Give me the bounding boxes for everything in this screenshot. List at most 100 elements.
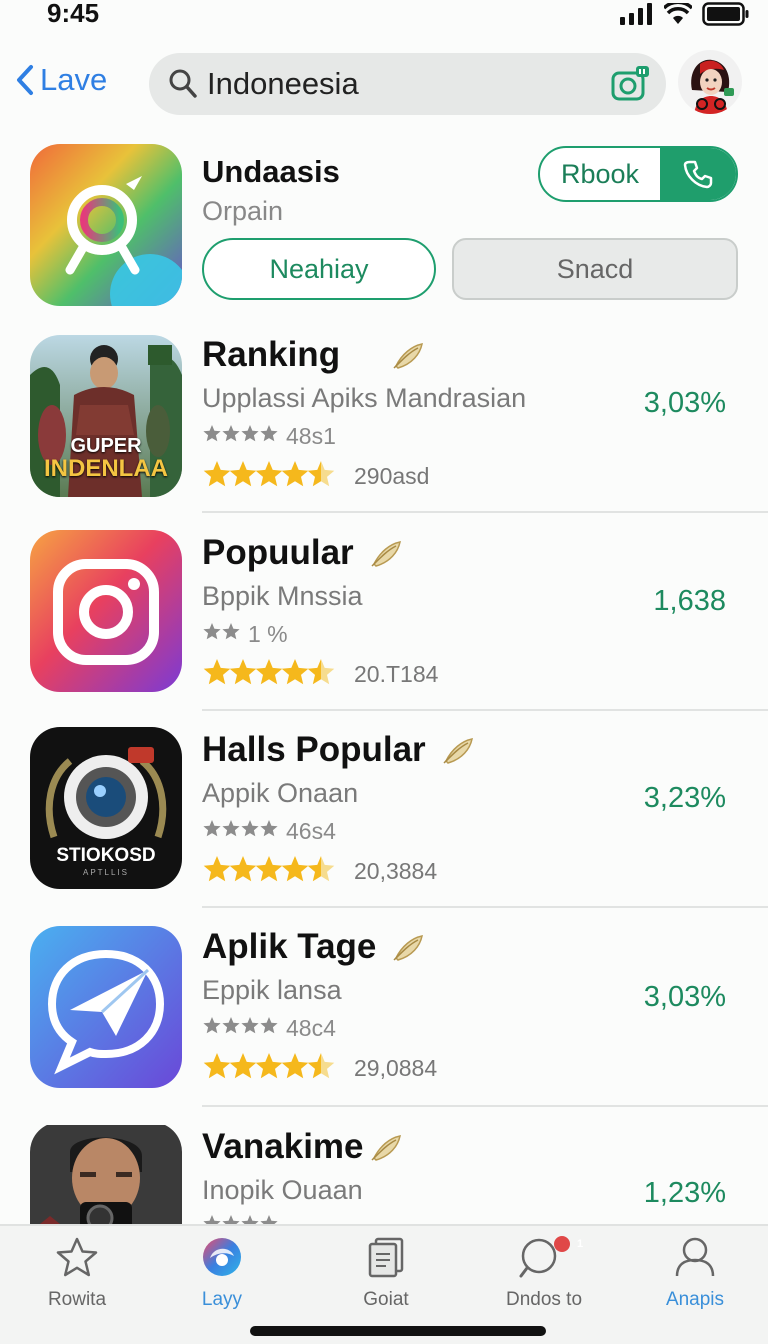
app-icon-poster: GUPER INDENLAA bbox=[30, 335, 182, 497]
item-value: 3,03% bbox=[643, 981, 726, 1013]
tab-anapis[interactable]: Anapis bbox=[640, 1236, 750, 1311]
phone-call-icon[interactable] bbox=[660, 148, 736, 200]
search-bar[interactable] bbox=[149, 53, 666, 115]
star-rating-icons bbox=[203, 856, 335, 882]
small-star-icon bbox=[203, 425, 221, 442]
person-icon bbox=[675, 1237, 715, 1277]
featured-app-card[interactable]: Undaasis Orpain Rbook Neahiay Snacd bbox=[0, 140, 768, 310]
item-title-wrap: Vanakime bbox=[202, 1127, 404, 1167]
star-icon bbox=[307, 659, 335, 685]
poster-text-bottom: INDENLAA bbox=[44, 455, 168, 482]
star-icon bbox=[307, 856, 335, 882]
divider bbox=[202, 511, 768, 513]
book-button-label: Rbook bbox=[560, 159, 640, 189]
small-star-icon bbox=[260, 1017, 278, 1034]
app-icon-photographer bbox=[30, 1125, 182, 1225]
back-button[interactable]: Lave bbox=[16, 62, 107, 98]
item-value: 3,23% bbox=[643, 782, 726, 814]
search-icon bbox=[519, 1236, 570, 1278]
tab-rowita[interactable]: Rowita bbox=[22, 1236, 132, 1311]
avatar[interactable] bbox=[678, 50, 742, 114]
tab-dndos-to[interactable]: 1 Dndos to bbox=[489, 1236, 599, 1311]
item-title-wrap: Ranking bbox=[202, 335, 426, 375]
camera-app-logo-icon bbox=[30, 530, 182, 692]
item-subtitle: Bppik Mnssia bbox=[202, 581, 363, 611]
home-indicator[interactable] bbox=[250, 1326, 546, 1336]
star-rating-icons bbox=[203, 1053, 335, 1079]
item-title: Halls Popular bbox=[202, 730, 426, 769]
star-icon bbox=[281, 1053, 309, 1079]
tab-layy[interactable]: Layy bbox=[167, 1236, 277, 1311]
item-title: Vanakime bbox=[202, 1127, 364, 1166]
list-item[interactable]: Vanakime Inopik Ouaan 1,23% bbox=[0, 1125, 768, 1225]
item-title: Aplik Tage bbox=[202, 927, 377, 966]
tab-goiat[interactable]: Goiat bbox=[331, 1236, 441, 1311]
featured-app-icon bbox=[30, 144, 182, 306]
star-rating-icons bbox=[203, 461, 335, 487]
small-star-icon bbox=[203, 1017, 221, 1034]
list-item[interactable]: Aplik Tage Eppik lansa 48c4 29,0884 3,03… bbox=[0, 926, 768, 1123]
star-rating: 20.T184 bbox=[202, 657, 438, 692]
app-icon-camera bbox=[30, 530, 182, 692]
leaf-badge-icon bbox=[371, 541, 401, 567]
apps-logo-icon bbox=[203, 1238, 241, 1276]
nav-bar: Lave bbox=[0, 48, 768, 120]
secondary-action-button[interactable]: Snacd bbox=[452, 238, 738, 300]
lens-logo-text: STIOKOSD bbox=[56, 845, 156, 866]
item-subtitle: Inopik Ouaan bbox=[202, 1175, 363, 1205]
primary-action-button[interactable]: Neahiay bbox=[202, 238, 436, 300]
status-bar: 9:45 bbox=[0, 0, 768, 40]
rating-count: 290asd bbox=[354, 463, 430, 489]
tab-label: Dndos to bbox=[505, 1289, 583, 1310]
leaf-badge-icon bbox=[370, 1135, 401, 1161]
camera-search-icon[interactable] bbox=[610, 64, 650, 104]
list-item[interactable]: STIOKOSD APTLLIS Halls Popular Appik Ona… bbox=[0, 727, 768, 926]
star-icon bbox=[56, 1237, 98, 1277]
featured-app-subtitle: Orpain bbox=[202, 196, 284, 226]
avatar-portrait-icon bbox=[691, 59, 734, 114]
star-icon bbox=[307, 461, 335, 487]
rating-text: 48c4 bbox=[286, 1015, 336, 1041]
item-subtitle: Upplassi Apiks Mandrasian bbox=[202, 383, 527, 413]
back-label: Lave bbox=[40, 62, 108, 97]
small-star-icon bbox=[241, 425, 259, 442]
item-subtitle: Eppik lansa bbox=[202, 975, 342, 1005]
book-button[interactable]: Rbook bbox=[538, 146, 738, 202]
rating-small-stars bbox=[202, 423, 280, 450]
star-rating: 290asd bbox=[202, 459, 429, 494]
small-star-icon bbox=[241, 1017, 259, 1034]
star-icon bbox=[229, 659, 257, 685]
stars bbox=[202, 459, 336, 494]
rating-text: 1 % bbox=[248, 621, 288, 647]
divider bbox=[202, 709, 768, 711]
star-icon bbox=[229, 856, 257, 882]
stars bbox=[202, 657, 336, 692]
star-rating-icons bbox=[203, 659, 335, 685]
star-rating: 20,3884 bbox=[202, 854, 437, 889]
item-title-wrap: Aplik Tage bbox=[202, 927, 426, 967]
list-item[interactable]: Popuular Bppik Mnssia 1 % 20.T184 1,638 bbox=[0, 530, 768, 729]
lens-logo-subtext: APTLLIS bbox=[82, 868, 129, 877]
small-star-icon bbox=[203, 820, 221, 837]
item-value: 1,638 bbox=[653, 585, 726, 617]
item-rating-summary: 48c4 bbox=[202, 1015, 336, 1042]
item-rating-summary: 48ѕ1 bbox=[202, 423, 336, 450]
small-star-icon bbox=[222, 425, 240, 442]
rating-count: 20.T184 bbox=[354, 661, 439, 687]
rating-text: 46ѕ4 bbox=[286, 818, 336, 844]
featured-app-title: Undaasis bbox=[202, 154, 340, 189]
cellular-signal-icon bbox=[620, 3, 652, 25]
star-icon bbox=[229, 1053, 257, 1079]
small-star-icon bbox=[222, 623, 240, 640]
star-icon bbox=[203, 659, 231, 685]
divider bbox=[202, 1105, 768, 1107]
item-rating-summary: 1 % bbox=[202, 621, 288, 648]
list-item[interactable]: GUPER INDENLAA Ranking Upplassi Apiks Ma… bbox=[0, 335, 768, 531]
item-rating-summary: 46ѕ4 bbox=[202, 818, 336, 845]
battery-icon bbox=[702, 2, 749, 26]
rating-small-stars bbox=[202, 1015, 280, 1042]
notification-badge: 1 bbox=[576, 1238, 584, 1250]
search-input[interactable] bbox=[207, 63, 587, 105]
star-icon bbox=[229, 461, 257, 487]
app-icon-messenger bbox=[30, 926, 182, 1088]
